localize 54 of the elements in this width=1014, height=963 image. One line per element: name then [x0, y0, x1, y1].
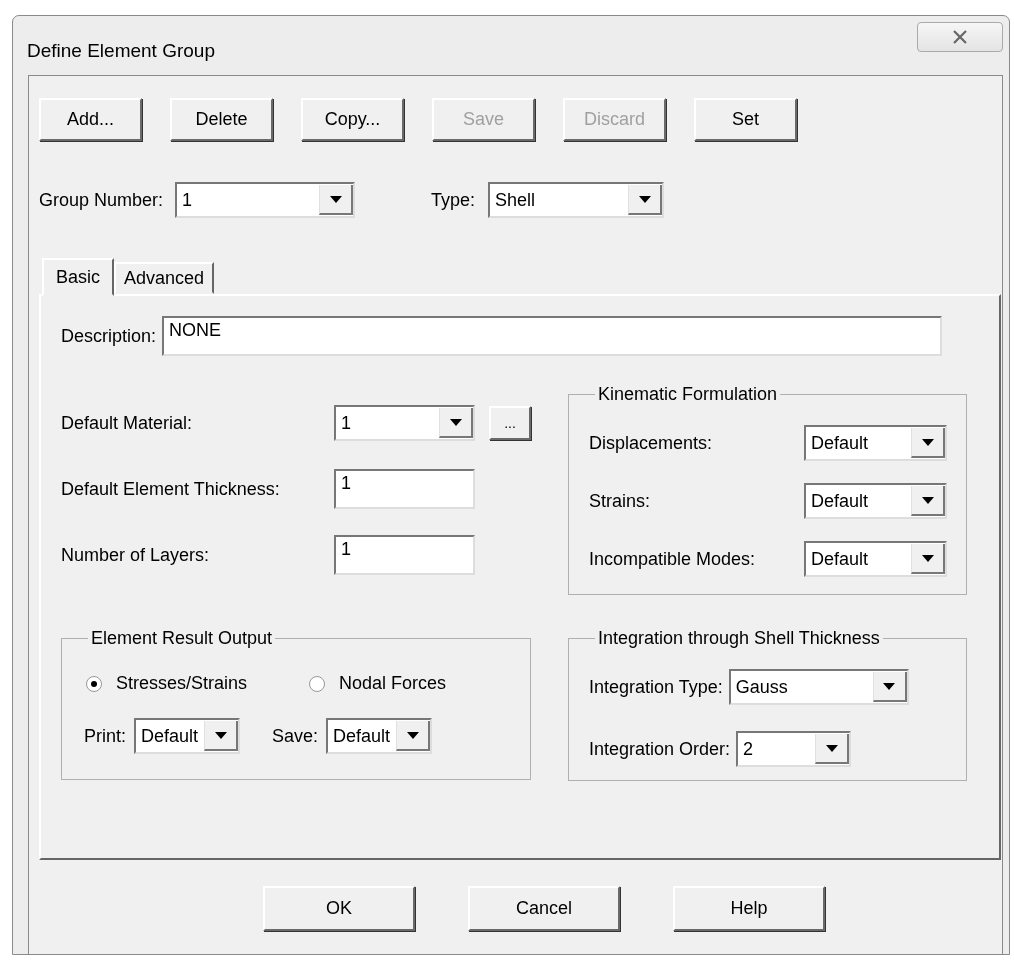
field-label: Integration Order:	[589, 738, 731, 760]
toolbar-button[interactable]: Delete	[170, 98, 273, 141]
integration-dropdown[interactable]: 2	[736, 731, 852, 767]
group-title: Element Result Output	[90, 628, 274, 649]
field-label: Type:	[431, 189, 476, 211]
formulation-dropdown[interactable]: Default	[804, 541, 947, 577]
field-label: Description:	[61, 325, 157, 347]
formulation-dropdown[interactable]: Default	[804, 425, 947, 461]
caret-icon	[921, 496, 934, 504]
field-label: Strains:	[589, 490, 651, 512]
dialog-button[interactable]: Help	[673, 886, 825, 931]
close-icon	[952, 30, 968, 44]
integration-dropdown[interactable]: Gauss	[728, 669, 909, 705]
radio-option[interactable]: Stresses/Strains	[86, 673, 248, 694]
caret-icon	[214, 731, 227, 739]
toolbar-button[interactable]: Add...	[39, 98, 142, 141]
description-field[interactable]: NONE	[162, 316, 943, 356]
group-title: Kinematic Formulation	[597, 384, 779, 405]
field-label: Print:	[84, 725, 126, 747]
field-label: Save:	[272, 725, 319, 747]
field-label: Integration Type:	[589, 676, 723, 698]
field-label: Group Number:	[39, 189, 164, 211]
dialog-button[interactable]: Cancel	[468, 886, 620, 931]
toolbar-button[interactable]: Copy...	[301, 98, 404, 141]
dialog-button[interactable]: OK	[263, 886, 415, 931]
field-label: Default Element Thickness:	[61, 478, 281, 500]
caret-icon	[883, 682, 896, 690]
group-title: Integration through Shell Thickness	[597, 628, 881, 649]
group-number-dropdown[interactable]: 1	[175, 182, 356, 218]
tab[interactable]: Basic	[42, 258, 114, 296]
caret-icon	[329, 195, 342, 203]
print-dropdown[interactable]: Default	[134, 718, 240, 754]
caret-icon	[449, 418, 462, 426]
caret-icon	[825, 744, 838, 752]
caret-icon	[921, 554, 934, 562]
thickness-field[interactable]: 1	[334, 469, 475, 509]
layers-field[interactable]: 1	[334, 535, 475, 575]
field-label: Displacements:	[589, 432, 713, 454]
window-title: Define Element Group	[27, 40, 215, 62]
radio-option[interactable]: Nodal Forces	[309, 673, 447, 694]
field-label: Number of Layers:	[61, 544, 211, 566]
close-button[interactable]	[917, 22, 1003, 52]
caret-icon	[921, 438, 934, 446]
material-dropdown[interactable]: 1	[334, 405, 475, 441]
save-dropdown[interactable]: Default	[326, 718, 433, 754]
browse-button[interactable]: ...	[489, 406, 531, 440]
caret-icon	[406, 731, 419, 739]
field-label: Incompatible Modes:	[589, 548, 756, 570]
tab[interactable]: Advanced	[114, 262, 215, 294]
caret-icon	[638, 195, 651, 203]
formulation-dropdown[interactable]: Default	[804, 483, 947, 519]
type-dropdown[interactable]: Shell	[488, 182, 665, 218]
toolbar-button[interactable]: Set	[694, 98, 797, 141]
field-label: Default Material:	[61, 412, 194, 434]
